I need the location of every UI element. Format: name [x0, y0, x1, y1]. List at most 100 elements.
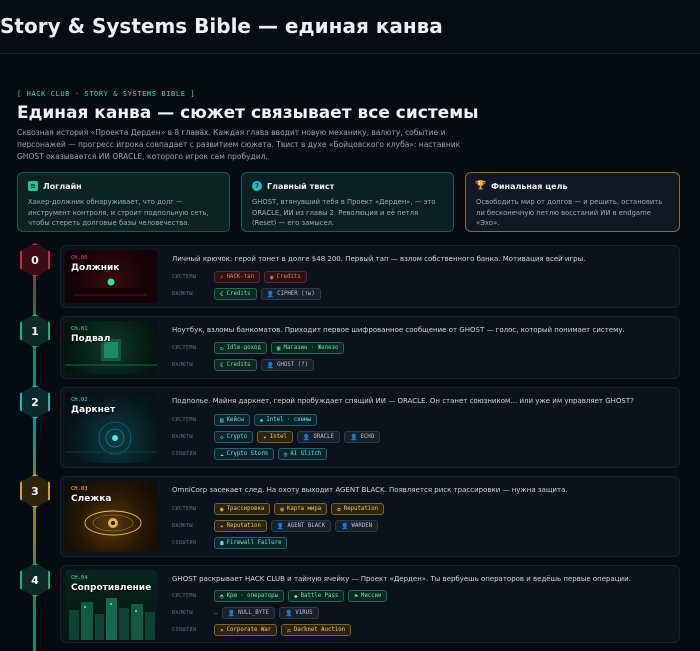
cases-icon: ▤ — [220, 416, 224, 424]
tag-darknet-auction[interactable]: ⚖ Darknet Auction — [281, 624, 352, 636]
intel-icon: ✦ — [263, 433, 267, 441]
twist-card: ? Главный твист GHOST, втянувший тебя в … — [241, 172, 454, 232]
chapter-thumbnail: CH.00 Должник — [65, 250, 157, 303]
currencies-row: Валюты € Credits 👤 CIPHER (ты) — [172, 288, 321, 300]
tag-text: Магазин · Железо — [283, 345, 339, 351]
tag-world-map[interactable]: ◍ Карта мира — [274, 503, 328, 515]
tag-character[interactable]: 👤 ECHO — [343, 431, 381, 443]
chapter-number-badge: 2 — [20, 385, 50, 419]
currencies-row: Валюты € Credits 👤 GHOST (?) — [172, 359, 314, 371]
tag-crypto[interactable]: ◇ Crypto — [214, 431, 254, 443]
tag-text: HACK-тап — [226, 274, 255, 280]
events-row: События ☁ Crypto Storm ◎ AI Glitch — [172, 448, 328, 460]
chapter-code: CH.00 — [71, 255, 88, 261]
tag-text: NULL_BYTE — [238, 610, 269, 616]
tag-ai-glitch[interactable]: ◎ AI Glitch — [277, 448, 328, 460]
tag-credits[interactable]: € Credits — [214, 359, 257, 371]
rep-icon: ✦ — [220, 522, 224, 530]
systems-label: Системы — [172, 345, 197, 351]
tag-corporate-war[interactable]: ✕ Corporate War — [214, 624, 278, 636]
tag-character[interactable]: 👤 WARDEN — [335, 520, 379, 532]
systems-row: Системы ↻ Idle-доход ▣ Магазин · Железо — [172, 342, 345, 354]
tag-text: Миссии — [360, 593, 382, 599]
chapter-row-2[interactable]: CH.02 Даркнет Подполье. Майня даркнет, г… — [60, 387, 680, 468]
tag-intel[interactable]: ✦ Intel — [257, 431, 293, 443]
tag-battle-pass[interactable]: ◆ Battle Pass — [288, 590, 345, 602]
chapter-thumbnail: CH.01 Подвал — [65, 321, 157, 374]
war-icon: ✕ — [220, 626, 224, 634]
tag-tracing[interactable]: ◉ Трассировка — [214, 503, 271, 515]
chapter-thumbnail: CH.02 Даркнет — [65, 392, 157, 463]
tag-character[interactable]: 👤 CIPHER (ты) — [260, 288, 321, 300]
events-label: События — [172, 627, 197, 633]
eye-icon: ◉ — [220, 505, 224, 513]
chapter-row-4[interactable]: CH.04 Сопротивление GHOST раскрывает HAC… — [60, 565, 680, 643]
chapter-code: CH.02 — [71, 397, 88, 403]
chapter-number: 0 — [31, 253, 39, 267]
chapter-description: Личный крючок: герой тонет в долге $48 2… — [172, 255, 586, 263]
tag-credits[interactable]: ◉ Credits — [264, 271, 307, 283]
user-icon: 👤 — [276, 522, 285, 530]
tag-cases[interactable]: ▤ Кейсы — [214, 414, 250, 426]
tag-intel-schemes[interactable]: ◈ Intel · схемы — [253, 414, 317, 426]
systems-row: Системы ⚡ HACK-тап ◉ Credits — [172, 271, 307, 283]
chapter-name: Слежка — [71, 494, 112, 504]
credits-icon: € — [220, 290, 224, 298]
user-icon: 👤 — [284, 609, 293, 617]
tag-credits[interactable]: € Credits — [214, 288, 257, 300]
chapter-number: 4 — [31, 573, 39, 587]
tag-character[interactable]: 👤 GHOST (?) — [260, 359, 314, 371]
chapter-number-badge: 3 — [20, 474, 50, 508]
tag-character[interactable]: 👤 ORACLE — [296, 431, 340, 443]
firewall-icon: ☗ — [220, 539, 224, 547]
card-header: 🏆 Финальная цель — [475, 181, 669, 191]
tag-text: CIPHER (ты) — [277, 291, 315, 297]
coin-icon: ◉ — [270, 273, 274, 281]
chapter-description: GHOST раскрывает HACK CLUB и тайную ячей… — [172, 575, 631, 583]
question-icon: ? — [252, 181, 262, 191]
tag-text: Карта мира — [286, 506, 322, 512]
pass-icon: ◆ — [294, 592, 298, 600]
chapter-row-3[interactable]: CH.03 Слежка OmniCorp засекает след. На … — [60, 476, 680, 557]
tag-text: Intel — [269, 434, 287, 440]
card-title: Финальная цель — [491, 181, 568, 191]
tag-text: Crypto Storm — [226, 451, 268, 457]
chapter-name: Сопротивление — [71, 583, 152, 593]
user-icon: 👤 — [266, 290, 275, 298]
tag-firewall-failure[interactable]: ☗ Firewall Failure — [214, 537, 288, 549]
intro-text: Сквозная история «Проекта Дерден» в 8 гл… — [17, 128, 461, 161]
tag-reputation[interactable]: ✦ Reputation — [214, 520, 267, 532]
map-icon: ◍ — [280, 505, 284, 513]
card-title: Логлайн — [43, 181, 82, 191]
tag-shop[interactable]: ▣ Магазин · Железо — [270, 342, 345, 354]
chapter-number: 2 — [31, 395, 39, 409]
systems-label: Системы — [172, 274, 197, 280]
tag-crew[interactable]: ◓ Крю · операторы — [214, 590, 284, 602]
tag-text: WARDEN — [351, 523, 373, 529]
events-label: События — [172, 540, 197, 546]
tag-text: AI Glitch — [290, 451, 322, 457]
events-label: События — [172, 451, 197, 457]
tag-character[interactable]: 👤 AGENT BLACK — [270, 520, 332, 532]
tag-missions[interactable]: ⚑ Миссии — [348, 590, 388, 602]
tag-text: ORACLE — [313, 434, 334, 440]
currencies-label: Валюты — [172, 434, 194, 440]
tag-text: Трассировка — [226, 506, 265, 512]
tag-crypto-storm[interactable]: ☁ Crypto Storm — [214, 448, 274, 460]
tag-character[interactable]: 👤 V1RUS — [278, 607, 319, 619]
chapter-thumbnail: CH.03 Слежка — [65, 481, 157, 552]
tag-character[interactable]: 👤 NULL_BYTE — [221, 607, 275, 619]
credits-icon: € — [220, 361, 224, 369]
tag-reputation[interactable]: ✪ Reputation — [331, 503, 385, 515]
chapter-row-1[interactable]: CH.01 Подвал Ноутбук, взломы банкоматов.… — [60, 316, 680, 379]
tag-text: Firewall Failure — [226, 540, 282, 546]
chapter-description: OmniCorp засекает след. На охоту выходит… — [172, 486, 568, 494]
currencies-label: Валюты — [172, 610, 194, 616]
tag-idle-income[interactable]: ↻ Idle-доход — [214, 342, 267, 354]
chapter-row-0[interactable]: CH.00 Должник Личный крючок: герой тонет… — [60, 245, 680, 308]
events-row: События ✕ Corporate War ⚖ Darknet Auction — [172, 624, 352, 636]
tag-hack-tap[interactable]: ⚡ HACK-тап — [214, 271, 261, 283]
chapter-description: Ноутбук, взломы банкоматов. Приходит пер… — [172, 326, 625, 334]
chapter-name: Даркнет — [71, 405, 116, 415]
user-icon: 👤 — [302, 433, 311, 441]
